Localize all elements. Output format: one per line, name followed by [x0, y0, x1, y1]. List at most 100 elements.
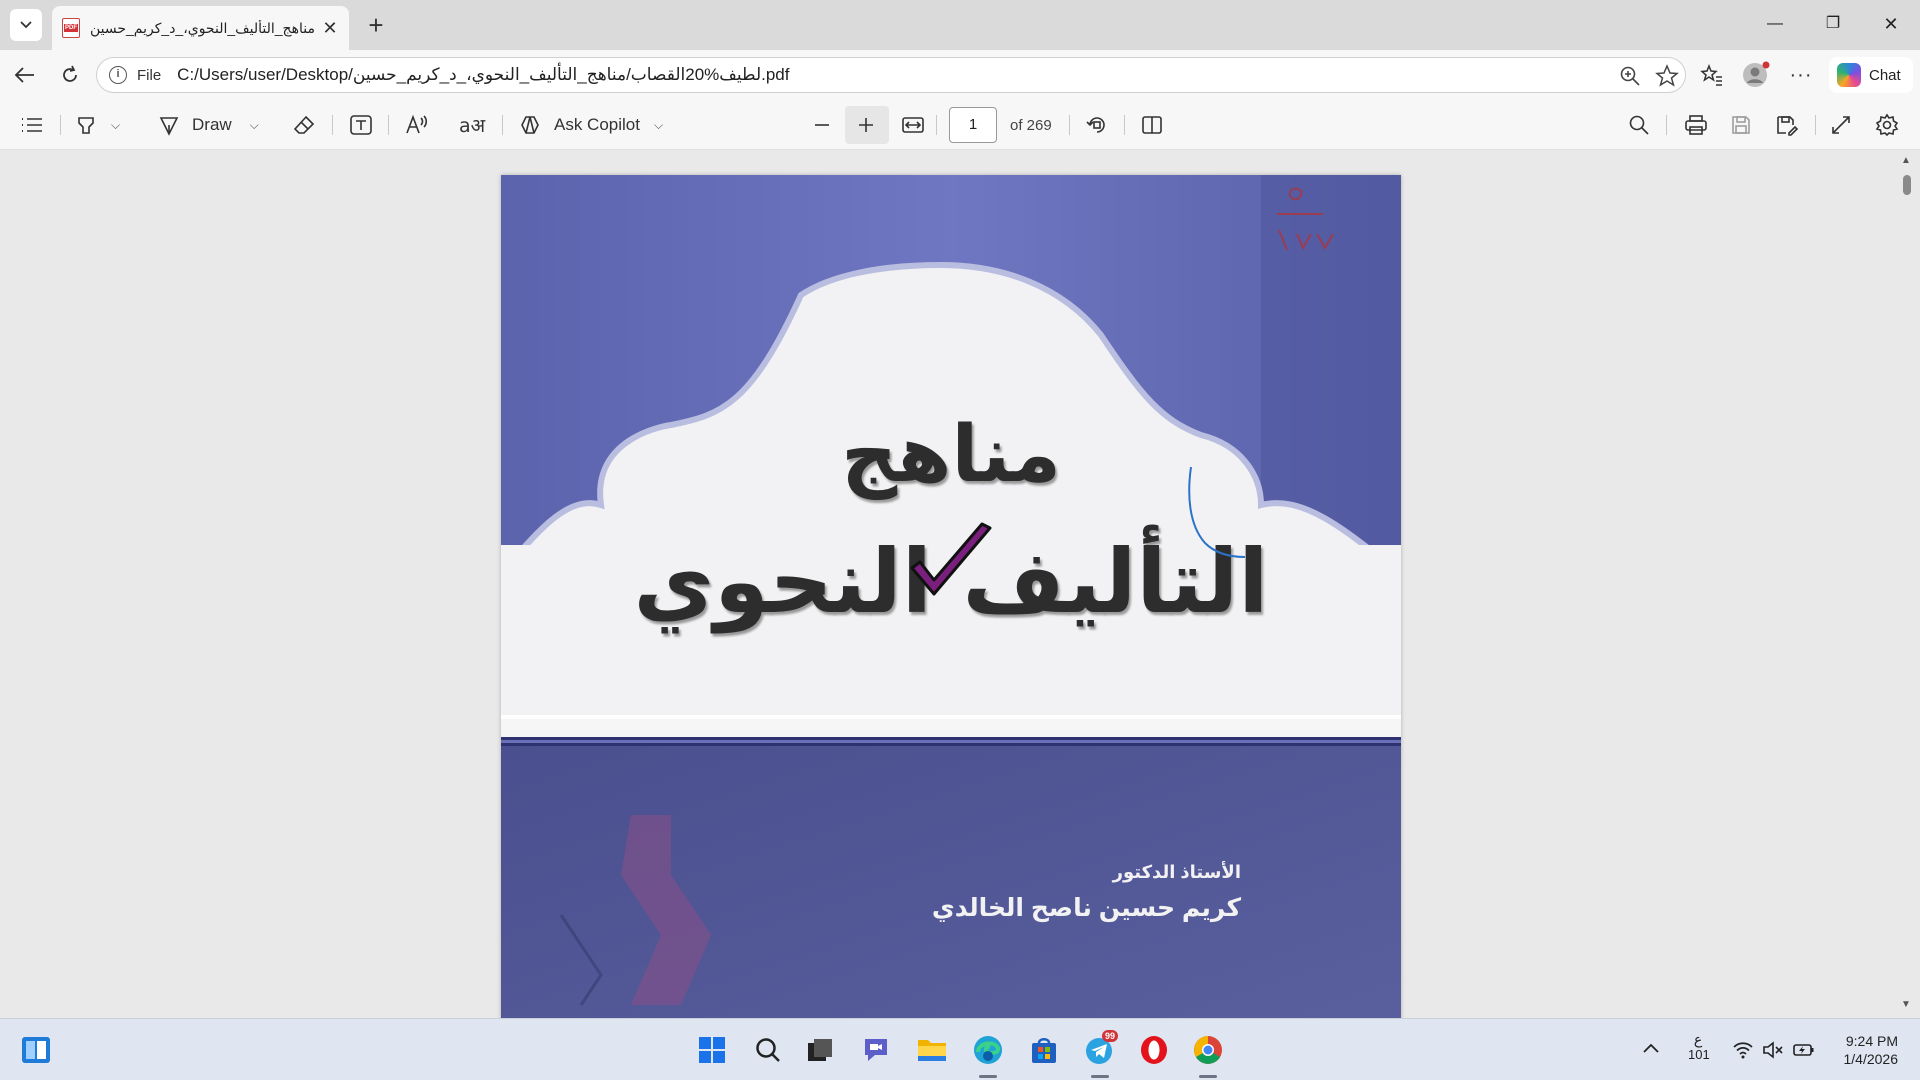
scrollbar-thumb[interactable] — [1903, 175, 1911, 195]
fit-to-width-button[interactable] — [901, 110, 925, 140]
chrome-browser-button[interactable] — [1192, 1034, 1224, 1066]
favorites-icon — [1700, 64, 1722, 86]
settings-button[interactable] — [1875, 110, 1899, 140]
widgets-button[interactable] — [20, 1034, 52, 1066]
cover-author-name: كريم حسين ناصح الخالدي — [931, 894, 1241, 922]
profile-button[interactable] — [1741, 60, 1771, 90]
tab-close-button[interactable]: ✕ — [321, 18, 339, 39]
draw-label: Draw — [192, 115, 232, 134]
show-hidden-icons-button[interactable] — [1642, 1041, 1660, 1057]
close-window-button[interactable]: ✕ — [1868, 10, 1914, 38]
plus-icon — [859, 118, 873, 132]
zoom-in-button[interactable] — [856, 110, 876, 140]
toolbar-divider — [60, 115, 61, 135]
copilot-icon — [521, 116, 539, 134]
scroll-down-arrow-icon[interactable]: ▼ — [1901, 999, 1911, 1010]
chat-label: Chat — [1869, 66, 1901, 84]
store-icon — [1032, 1038, 1056, 1063]
battery-charging-icon — [1793, 1044, 1814, 1056]
clock-date: 1/4/2026 — [1843, 1051, 1899, 1067]
refresh-button[interactable] — [55, 60, 85, 90]
back-button[interactable] — [10, 60, 40, 90]
address-bar[interactable]: i File C:/Users/user/Desktop/لطيف%20القص… — [96, 57, 1686, 93]
erase-button[interactable] — [293, 110, 315, 140]
ask-copilot-button[interactable]: Ask Copilot ⌵ — [520, 110, 663, 140]
chevron-down-icon[interactable]: ⌵ — [250, 118, 259, 133]
copilot-logo-icon — [1837, 63, 1861, 87]
read-aloud-icon — [406, 114, 428, 134]
pdf-toolbar: ⌵ Draw ⌵ aअ Ask Copilot ⌵ 1 of 269 — [0, 100, 1920, 150]
fit-width-icon — [902, 117, 924, 133]
more-options-button[interactable]: ··· — [1786, 60, 1816, 90]
expand-icon — [1832, 116, 1850, 134]
new-tab-button[interactable]: + — [362, 12, 390, 40]
volume-button[interactable] — [1762, 1041, 1784, 1062]
highlight-button[interactable]: ⌵ — [75, 110, 120, 140]
speaker-muted-icon — [1763, 1041, 1783, 1059]
browser-tab-active[interactable]: مناهج_التأليف_النحوي،_د_كريم_حسين ✕ — [52, 6, 349, 50]
pdf-file-icon — [62, 18, 80, 38]
save-as-button[interactable] — [1775, 110, 1799, 140]
favorite-star-icon[interactable] — [1655, 64, 1679, 93]
clock[interactable]: 9:24 PM 1/4/2026 — [1836, 1032, 1899, 1068]
translate-button[interactable]: aअ — [459, 110, 485, 140]
copilot-chat-button[interactable]: Chat — [1829, 57, 1913, 93]
start-button[interactable] — [696, 1034, 728, 1066]
zoom-out-button[interactable] — [812, 110, 832, 140]
tab-actions-menu-button[interactable] — [10, 9, 42, 41]
scroll-up-arrow-icon[interactable]: ▲ — [1901, 155, 1911, 166]
telegram-button[interactable]: 99 — [1084, 1030, 1119, 1066]
contents-button[interactable] — [20, 110, 44, 140]
ellipsis-icon: ··· — [1789, 63, 1813, 86]
vertical-scrollbar[interactable]: ▲ ▼ — [1896, 151, 1916, 1018]
widgets-icon — [22, 1037, 50, 1063]
edge-browser-button[interactable] — [972, 1034, 1004, 1066]
minimize-button[interactable]: — — [1752, 10, 1798, 38]
pdf-page: مناهج التأليف النحوي الأستاذ الدكتور كري… — [501, 175, 1401, 1018]
search-button[interactable] — [752, 1034, 784, 1066]
zoom-icon[interactable] — [1619, 65, 1641, 92]
draw-button[interactable]: Draw ⌵ — [158, 110, 259, 140]
print-button[interactable] — [1684, 110, 1708, 140]
edge-running-indicator — [979, 1075, 997, 1078]
info-icon[interactable]: i — [109, 66, 127, 84]
opera-browser-button[interactable] — [1138, 1034, 1170, 1066]
favorites-button[interactable] — [1697, 60, 1727, 90]
microsoft-store-button[interactable] — [1028, 1034, 1060, 1066]
network-status-button[interactable] — [1732, 1041, 1754, 1062]
page-number-input[interactable]: 1 — [949, 107, 997, 143]
edge-icon — [974, 1036, 1002, 1064]
url-text[interactable]: C:/Users/user/Desktop/لطيف%20القصاب/مناه… — [177, 65, 789, 85]
ask-copilot-label: Ask Copilot — [554, 115, 640, 134]
tab-title: مناهج_التأليف_النحوي،_د_كريم_حسين — [90, 19, 315, 36]
chevron-down-icon[interactable]: ⌵ — [111, 118, 120, 133]
save-button[interactable] — [1730, 110, 1752, 140]
folder-icon — [918, 1040, 946, 1061]
rotate-button[interactable] — [1085, 110, 1109, 140]
battery-status-button[interactable] — [1792, 1041, 1816, 1062]
eraser-icon — [293, 115, 315, 134]
toolbar-divider — [1124, 115, 1125, 135]
teams-meet-button[interactable] — [860, 1034, 892, 1066]
pdf-viewport[interactable]: مناهج التأليف النحوي الأستاذ الدكتور كري… — [4, 151, 1916, 1018]
task-view-button[interactable] — [804, 1034, 836, 1066]
full-screen-button[interactable] — [1830, 110, 1852, 140]
notification-badge: 99 — [1102, 1030, 1119, 1042]
read-aloud-button[interactable] — [405, 110, 429, 140]
page-total-label: of 269 — [1010, 117, 1052, 134]
file-explorer-button[interactable] — [916, 1034, 948, 1066]
restore-button[interactable]: ❐ — [1810, 10, 1856, 38]
search-icon — [756, 1038, 780, 1062]
find-button[interactable] — [1628, 110, 1650, 140]
wifi-icon — [1733, 1042, 1753, 1059]
highlighter-icon — [78, 117, 94, 134]
page-view-button[interactable] — [1140, 110, 1164, 140]
checkmark-annotation — [910, 522, 992, 596]
ime-layout-label: 101 — [1688, 1047, 1710, 1062]
toolbar-divider — [936, 115, 937, 135]
chevron-down-icon[interactable]: ⌵ — [654, 118, 663, 133]
add-text-button[interactable] — [349, 110, 373, 140]
input-method-indicator[interactable]: ع 101 — [1688, 1031, 1710, 1063]
browser-tab-strip: مناهج_التأليف_النحوي،_د_كريم_حسين ✕ + — … — [0, 0, 1920, 50]
refresh-icon — [63, 65, 77, 82]
